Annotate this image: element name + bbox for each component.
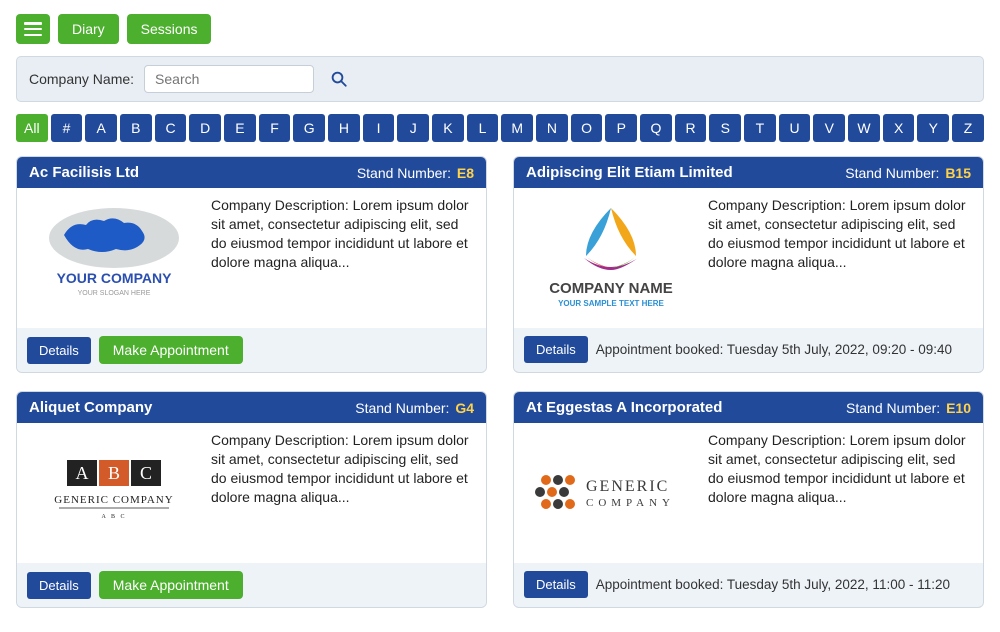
company-name: Adipiscing Elit Etiam Limited: [526, 164, 733, 181]
alpha-e[interactable]: E: [224, 114, 256, 142]
company-description: Company Description: Lorem ipsum dolor s…: [708, 196, 971, 320]
alpha-g[interactable]: G: [293, 114, 325, 142]
card-footer: Details Make Appointment: [17, 563, 486, 607]
stand-label: Stand Number:: [357, 165, 451, 181]
alpha-w[interactable]: W: [848, 114, 880, 142]
svg-text:A: A: [76, 463, 89, 483]
company-description: Company Description: Lorem ipsum dolor s…: [211, 196, 474, 320]
hamburger-icon: [24, 22, 42, 36]
card-header: Aliquet Company Stand Number: G4: [17, 392, 486, 423]
svg-text:GENERIC COMPANY: GENERIC COMPANY: [54, 494, 173, 506]
alpha-hash[interactable]: #: [51, 114, 83, 142]
stand-label: Stand Number:: [355, 400, 449, 416]
make-appointment-button[interactable]: Make Appointment: [99, 336, 243, 364]
company-grid: Ac Facilisis Ltd Stand Number: E8 YOUR C…: [16, 156, 984, 608]
alpha-n[interactable]: N: [536, 114, 568, 142]
alpha-all[interactable]: All: [16, 114, 48, 142]
card-body: A B C GENERIC COMPANY A B C Company Desc…: [17, 423, 486, 563]
company-logo: GENERIC COMPANY: [526, 431, 696, 555]
stand-value: E10: [946, 400, 971, 416]
appointment-booked-text: Appointment booked: Tuesday 5th July, 20…: [596, 342, 952, 357]
card-header: At Eggestas A Incorporated Stand Number:…: [514, 392, 983, 423]
alpha-v[interactable]: V: [813, 114, 845, 142]
svg-text:C: C: [140, 463, 152, 483]
alpha-r[interactable]: R: [675, 114, 707, 142]
company-description: Company Description: Lorem ipsum dolor s…: [211, 431, 474, 555]
alpha-d[interactable]: D: [189, 114, 221, 142]
diary-button[interactable]: Diary: [58, 14, 119, 44]
details-button[interactable]: Details: [524, 571, 588, 598]
alpha-l[interactable]: L: [467, 114, 499, 142]
alpha-b[interactable]: B: [120, 114, 152, 142]
search-bar: Company Name:: [16, 56, 984, 102]
stand-value: B15: [945, 165, 971, 181]
details-button[interactable]: Details: [27, 572, 91, 599]
alpha-t[interactable]: T: [744, 114, 776, 142]
alpha-x[interactable]: X: [883, 114, 915, 142]
alpha-j[interactable]: J: [397, 114, 429, 142]
alphabet-filter: All # A B C D E F G H I J K L M N O P Q …: [16, 114, 984, 142]
alpha-s[interactable]: S: [709, 114, 741, 142]
topbar: Diary Sessions: [16, 14, 984, 44]
card-footer: Details Appointment booked: Tuesday 5th …: [514, 563, 983, 606]
menu-button[interactable]: [16, 14, 50, 44]
stand-label: Stand Number:: [845, 165, 939, 181]
company-name: Aliquet Company: [29, 399, 152, 416]
alpha-z[interactable]: Z: [952, 114, 984, 142]
search-input[interactable]: [144, 65, 314, 93]
svg-text:COMPANY NAME: COMPANY NAME: [549, 280, 673, 297]
company-name: Ac Facilisis Ltd: [29, 164, 139, 181]
alpha-p[interactable]: P: [605, 114, 637, 142]
card-header: Adipiscing Elit Etiam Limited Stand Numb…: [514, 157, 983, 188]
card-footer: Details Make Appointment: [17, 328, 486, 372]
company-logo: YOUR COMPANY YOUR SLOGAN HERE: [29, 196, 199, 320]
alpha-a[interactable]: A: [85, 114, 117, 142]
card-body: GENERIC COMPANY Company Description: Lor…: [514, 423, 983, 563]
stand-label: Stand Number:: [846, 400, 940, 416]
company-description: Company Description: Lorem ipsum dolor s…: [708, 431, 971, 555]
alpha-q[interactable]: Q: [640, 114, 672, 142]
stand-value: E8: [457, 165, 474, 181]
company-card: Adipiscing Elit Etiam Limited Stand Numb…: [513, 156, 984, 373]
appointment-booked-text: Appointment booked: Tuesday 5th July, 20…: [596, 577, 950, 592]
company-card: At Eggestas A Incorporated Stand Number:…: [513, 391, 984, 608]
svg-text:YOUR SLOGAN HERE: YOUR SLOGAN HERE: [78, 290, 151, 297]
details-button[interactable]: Details: [27, 337, 91, 364]
stand-value: G4: [455, 400, 474, 416]
sessions-button[interactable]: Sessions: [127, 14, 212, 44]
svg-text:B: B: [108, 463, 120, 483]
details-button[interactable]: Details: [524, 336, 588, 363]
company-logo: A B C GENERIC COMPANY A B C: [29, 431, 199, 555]
alpha-i[interactable]: I: [363, 114, 395, 142]
card-body: COMPANY NAME YOUR SAMPLE TEXT HERE Compa…: [514, 188, 983, 328]
alpha-k[interactable]: K: [432, 114, 464, 142]
alpha-c[interactable]: C: [155, 114, 187, 142]
card-footer: Details Appointment booked: Tuesday 5th …: [514, 328, 983, 371]
alpha-o[interactable]: O: [571, 114, 603, 142]
company-card: Ac Facilisis Ltd Stand Number: E8 YOUR C…: [16, 156, 487, 373]
alpha-f[interactable]: F: [259, 114, 291, 142]
svg-text:COMPANY: COMPANY: [586, 497, 675, 509]
company-logo: COMPANY NAME YOUR SAMPLE TEXT HERE: [526, 196, 696, 320]
svg-text:A B C: A B C: [101, 514, 126, 520]
search-label: Company Name:: [29, 71, 134, 87]
alpha-h[interactable]: H: [328, 114, 360, 142]
card-header: Ac Facilisis Ltd Stand Number: E8: [17, 157, 486, 188]
svg-text:YOUR COMPANY: YOUR COMPANY: [57, 270, 173, 286]
card-body: YOUR COMPANY YOUR SLOGAN HERE Company De…: [17, 188, 486, 328]
make-appointment-button[interactable]: Make Appointment: [99, 571, 243, 599]
stand-number: Stand Number: G4: [355, 400, 474, 416]
company-card: Aliquet Company Stand Number: G4 A B C G…: [16, 391, 487, 608]
search-icon[interactable]: [330, 70, 348, 88]
stand-number: Stand Number: E10: [846, 400, 971, 416]
alpha-u[interactable]: U: [779, 114, 811, 142]
stand-number: Stand Number: B15: [845, 165, 971, 181]
alpha-y[interactable]: Y: [917, 114, 949, 142]
svg-text:GENERIC: GENERIC: [586, 478, 669, 495]
company-name: At Eggestas A Incorporated: [526, 399, 722, 416]
alpha-m[interactable]: M: [501, 114, 533, 142]
svg-text:YOUR SAMPLE TEXT HERE: YOUR SAMPLE TEXT HERE: [558, 299, 664, 308]
stand-number: Stand Number: E8: [357, 165, 474, 181]
